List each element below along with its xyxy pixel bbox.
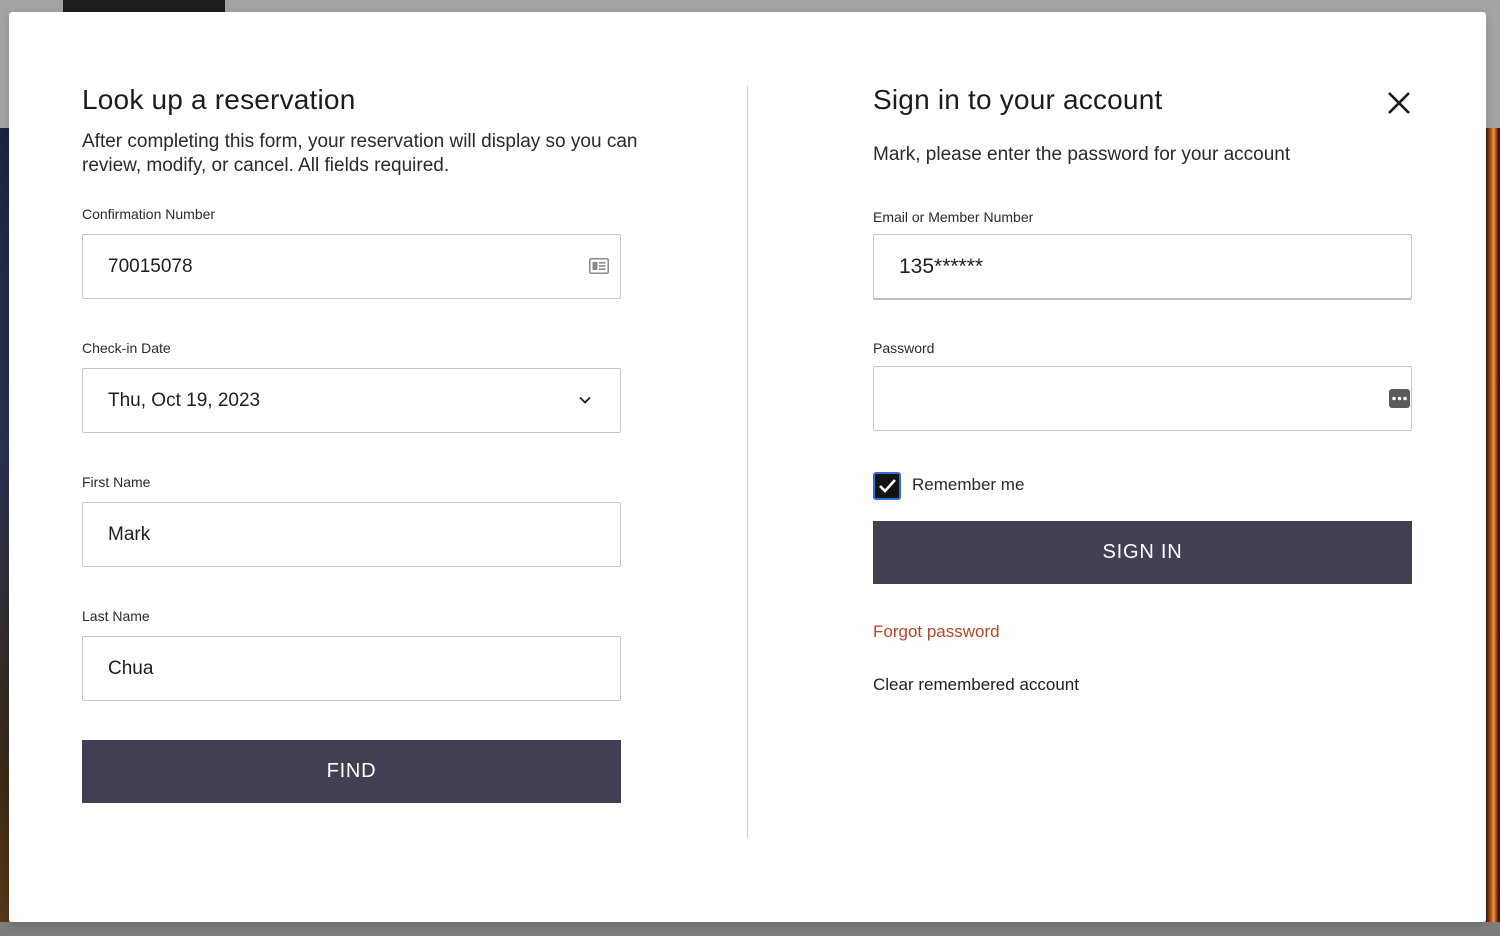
lookup-title: Look up a reservation xyxy=(82,84,356,115)
sign-in-button[interactable]: SIGN IN xyxy=(873,521,1412,584)
last-name-value: Chua xyxy=(108,658,154,679)
password-manager-icon[interactable] xyxy=(1389,389,1410,408)
email-input[interactable]: 135****** xyxy=(873,234,1412,300)
password-label: Password xyxy=(873,340,935,356)
lookup-intro: After completing this form, your reserva… xyxy=(82,131,638,176)
checkin-date-select[interactable]: Thu, Oct 19, 2023 xyxy=(82,368,621,433)
signin-title: Sign in to your account xyxy=(873,84,1163,115)
checkin-date-value: Thu, Oct 19, 2023 xyxy=(108,390,261,411)
remember-me-label[interactable]: Remember me xyxy=(912,475,1024,495)
backdrop-image-left xyxy=(0,128,9,936)
backdrop-footer xyxy=(0,922,1500,936)
confirmation-number-value: 70015078 xyxy=(108,256,193,277)
confirmation-number-label: Confirmation Number xyxy=(82,206,216,222)
last-name-label: Last Name xyxy=(82,608,150,624)
chevron-down-icon xyxy=(579,396,591,404)
id-card-icon xyxy=(589,258,609,274)
checkin-date-label: Check-in Date xyxy=(82,340,171,356)
password-input[interactable] xyxy=(873,366,1412,431)
clear-remembered-account-link[interactable]: Clear remembered account xyxy=(873,675,1079,695)
backdrop-image-right xyxy=(1486,128,1500,936)
find-button[interactable]: FIND xyxy=(82,740,621,803)
email-label: Email or Member Number xyxy=(873,209,1034,225)
forgot-password-link[interactable]: Forgot password xyxy=(873,622,1000,642)
checkmark-icon xyxy=(879,479,896,493)
last-name-input[interactable]: Chua xyxy=(82,636,621,701)
first-name-value: Mark xyxy=(108,524,151,545)
column-divider xyxy=(747,86,748,838)
close-icon[interactable] xyxy=(1386,90,1412,116)
signin-intro: Mark, please enter the password for your… xyxy=(873,144,1291,165)
first-name-input[interactable]: Mark xyxy=(82,502,621,567)
confirmation-number-input[interactable]: 70015078 xyxy=(82,234,621,299)
email-value: 135****** xyxy=(899,255,984,278)
remember-me-checkbox[interactable] xyxy=(873,472,901,500)
reservation-signin-modal: Look up a reservation After completing t… xyxy=(9,12,1486,922)
first-name-label: First Name xyxy=(82,474,151,490)
